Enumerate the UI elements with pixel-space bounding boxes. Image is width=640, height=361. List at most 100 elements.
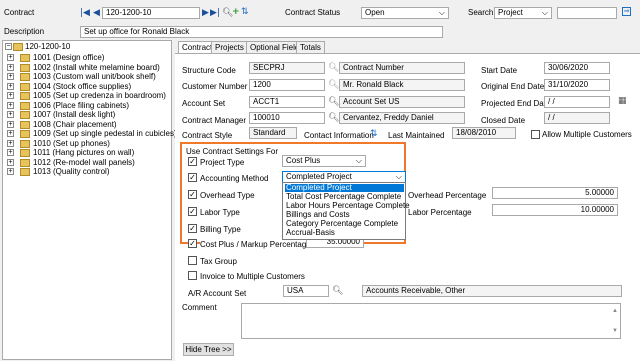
- last-record-icon[interactable]: ▶|: [210, 8, 220, 18]
- folder-icon: [20, 168, 30, 176]
- description-input[interactable]: Set up office for Ronald Black: [80, 26, 443, 38]
- account-set-label: Account Set: [182, 99, 226, 108]
- calendar-icon[interactable]: ▦: [618, 96, 627, 106]
- finder-icon: 🔍︎: [328, 63, 340, 73]
- accounting-method-label: Accounting Method: [200, 174, 269, 183]
- folder-icon: [20, 158, 30, 167]
- tree-root-label: 120-1200-10: [25, 42, 71, 52]
- expand-icon[interactable]: +: [7, 168, 14, 175]
- billing-type-checkbox[interactable]: ✓: [188, 224, 197, 233]
- labor-type-checkbox[interactable]: ✓: [188, 207, 197, 216]
- last-maintained-label: Last Maintained: [388, 131, 445, 140]
- ar-account-set-label: A/R Account Set: [188, 289, 247, 298]
- tree-item-label: 1004 (Stock office supplies): [33, 81, 132, 91]
- finder-icon[interactable]: 🔍︎: [328, 97, 339, 107]
- search-input[interactable]: [557, 7, 617, 19]
- search-type-select[interactable]: Project ⌵: [494, 7, 552, 19]
- dropdown-option[interactable]: Completed Project: [285, 184, 404, 192]
- finder-icon[interactable]: 🔍︎: [328, 113, 339, 123]
- folder-icon: [20, 130, 30, 138]
- original-end-date-label: Original End Date: [481, 82, 545, 91]
- contract-manager-input[interactable]: 100010: [249, 112, 325, 124]
- folder-icon: [20, 73, 30, 81]
- finder-icon[interactable]: 🔍︎: [328, 80, 339, 90]
- allow-multiple-customers-label: Allow Multiple Customers: [542, 130, 632, 139]
- projected-end-date-label: Projected End Date: [481, 99, 551, 108]
- start-date-label: Start Date: [481, 66, 518, 75]
- tree-item-label: 1007 (Install desk light): [33, 110, 116, 119]
- scroll-down-icon[interactable]: ▼: [612, 326, 618, 336]
- expand-icon[interactable]: +: [7, 101, 14, 109]
- contract-status-value: Open: [365, 8, 385, 17]
- expand-icon[interactable]: +: [7, 111, 14, 118]
- expand-icon[interactable]: +: [7, 139, 14, 147]
- expand-icon[interactable]: +: [7, 92, 14, 99]
- allow-multiple-customers-checkbox[interactable]: [531, 130, 540, 139]
- chevron-down-icon: ⌵: [541, 8, 548, 17]
- previous-record-icon[interactable]: ◀: [93, 8, 100, 18]
- tax-group-label: Tax Group: [200, 257, 237, 266]
- dropdown-option[interactable]: Billings and Costs: [285, 211, 350, 219]
- tree-item-label: 1001 (Design office): [33, 53, 105, 62]
- folder-icon: [13, 43, 23, 51]
- chevron-down-icon: ⌵: [438, 8, 445, 17]
- dropdown-option[interactable]: Labor Hours Percentage Complete: [285, 202, 410, 210]
- overhead-type-checkbox[interactable]: ✓: [188, 190, 197, 199]
- structure-code-label: Structure Code: [182, 66, 236, 75]
- folder-icon: [20, 82, 30, 91]
- overhead-percentage-input[interactable]: 5.00000: [492, 187, 618, 199]
- expand-icon[interactable]: +: [7, 130, 14, 137]
- dropdown-option[interactable]: Accrual-Basis: [285, 229, 335, 237]
- invoice-multiple-checkbox[interactable]: [188, 271, 197, 280]
- hide-tree-button[interactable]: Hide Tree >>: [183, 343, 234, 356]
- project-type-checkbox[interactable]: ✓: [188, 157, 197, 166]
- zoom-icon[interactable]: ⇅: [241, 7, 249, 17]
- customer-number-input[interactable]: 1200: [249, 79, 325, 91]
- expand-icon[interactable]: +: [7, 149, 14, 156]
- dropdown-option[interactable]: Category Percentage Complete: [285, 220, 398, 228]
- description-label: Description: [4, 27, 45, 36]
- first-record-icon[interactable]: |◀: [80, 8, 90, 18]
- expand-icon[interactable]: +: [7, 54, 14, 61]
- expand-icon[interactable]: +: [7, 82, 14, 90]
- ar-account-set-input[interactable]: USA: [283, 285, 329, 297]
- original-end-date-input[interactable]: 31/10/2020: [544, 79, 610, 91]
- overhead-type-label: Overhead Type: [200, 191, 255, 200]
- expand-icon[interactable]: +: [7, 120, 14, 128]
- cost-plus-checkbox[interactable]: ✓: [188, 239, 197, 248]
- next-record-icon[interactable]: ▶: [202, 8, 209, 18]
- folder-icon: [20, 139, 30, 148]
- contact-information-label: Contact Information: [304, 131, 374, 140]
- finder-icon[interactable]: 🔍︎: [332, 286, 343, 296]
- comment-textarea[interactable]: ▲ ▼: [241, 303, 621, 339]
- tree-item-label: 1012 (Re-model wall panels): [33, 157, 135, 167]
- go-icon[interactable]: ⇒: [622, 7, 631, 16]
- project-type-select[interactable]: Cost Plus ⌵: [282, 155, 366, 167]
- contract-input[interactable]: 120-1200-10: [102, 7, 200, 19]
- folder-icon: [20, 92, 30, 100]
- expand-icon[interactable]: +: [7, 63, 14, 71]
- tree-item-label: 1013 (Quality control): [33, 167, 110, 176]
- contract-tree[interactable]: − 120-1200-10 +1001 (Design office) +1002…: [2, 40, 177, 360]
- zoom-icon[interactable]: ⇅: [370, 129, 378, 139]
- folder-icon: [20, 101, 30, 110]
- labor-type-label: Labor Type: [200, 208, 240, 217]
- project-type-value: Cost Plus: [286, 156, 321, 165]
- new-record-icon[interactable]: +: [232, 7, 240, 17]
- accounting-method-dropdown-list[interactable]: Completed Project Total Cost Percentage …: [282, 182, 410, 240]
- dropdown-option[interactable]: Total Cost Percentage Complete: [285, 193, 401, 201]
- expand-icon[interactable]: +: [7, 73, 14, 80]
- closed-date-label: Closed Date: [481, 116, 526, 125]
- tax-group-checkbox[interactable]: [188, 256, 197, 265]
- start-date-input[interactable]: 30/06/2020: [544, 62, 610, 74]
- projected-end-date-input[interactable]: / /: [544, 96, 610, 108]
- expand-icon[interactable]: +: [7, 158, 14, 166]
- account-set-input[interactable]: ACCT1: [249, 96, 325, 108]
- invoice-multiple-label: Invoice to Multiple Customers: [200, 272, 305, 281]
- scroll-up-icon[interactable]: ▲: [612, 306, 618, 316]
- accounting-method-checkbox[interactable]: ✓: [188, 173, 197, 182]
- labor-percentage-input[interactable]: 10.00000: [492, 204, 618, 216]
- contract-status-select[interactable]: Open ⌵: [361, 7, 449, 19]
- collapse-icon[interactable]: −: [5, 43, 12, 50]
- search-label: Search: [468, 8, 494, 17]
